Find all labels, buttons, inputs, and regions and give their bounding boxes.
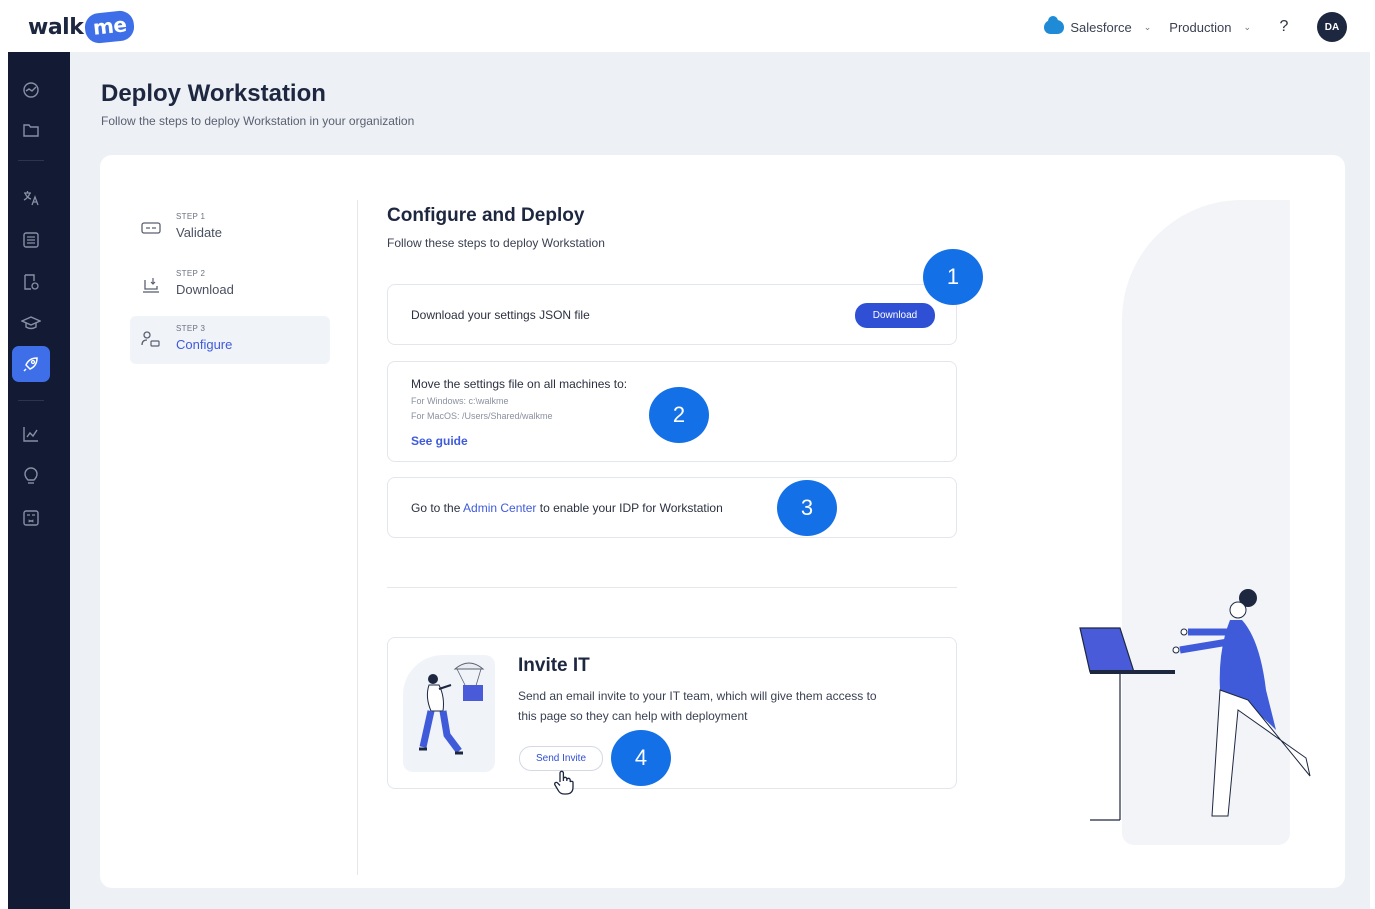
page-subtitle: Follow the steps to deploy Workstation i…	[101, 114, 415, 128]
step-validate[interactable]: STEP 1 Validate	[130, 204, 330, 252]
password-field-icon	[140, 217, 162, 239]
step-configure[interactable]: STEP 3 Configure	[130, 316, 330, 364]
environment-selector[interactable]: Production ⌄	[1169, 20, 1251, 35]
salesforce-icon	[1044, 16, 1065, 34]
download-button[interactable]: Download	[855, 303, 935, 328]
dashboard-icon[interactable]	[19, 78, 43, 102]
download-text: Download your settings JSON file	[411, 308, 590, 322]
chart-icon[interactable]	[19, 422, 43, 446]
admin-text: Go to the Admin Center to enable your ID…	[411, 501, 723, 515]
settings-doc-icon[interactable]	[19, 270, 43, 294]
walkme-logo[interactable]: walk me	[28, 9, 137, 45]
send-invite-button[interactable]: Send Invite	[519, 746, 603, 771]
step-label: Configure	[176, 337, 233, 352]
top-bar: walk me Salesforce ⌄ Production ⌄ ? DA	[0, 0, 1375, 52]
help-icon[interactable]: ?	[1269, 12, 1299, 42]
graduation-icon[interactable]	[19, 311, 43, 335]
section-divider	[387, 587, 957, 588]
translate-icon[interactable]	[19, 186, 43, 210]
step-badge-3: 3	[777, 480, 837, 536]
sidebar-divider	[18, 160, 44, 161]
admin-text-pre: Go to the	[411, 501, 464, 515]
step-label: Download	[176, 282, 234, 297]
list-icon[interactable]	[19, 228, 43, 252]
move-text: Move the settings file on all machines t…	[411, 377, 628, 391]
step-number: STEP 3	[176, 324, 206, 333]
avatar[interactable]: DA	[1317, 12, 1347, 42]
calculator-icon[interactable]	[19, 506, 43, 530]
windows-path: For Windows: c:\walkme	[411, 396, 509, 406]
invite-description: Send an email invite to your IT team, wh…	[518, 689, 877, 723]
rocket-icon[interactable]	[12, 346, 50, 382]
hand-cursor-icon	[553, 770, 575, 802]
logo-badge: me	[83, 9, 137, 45]
mac-path: For MacOS: /Users/Shared/walkme	[411, 411, 553, 421]
page-title: Deploy Workstation	[101, 80, 326, 107]
section-title: Configure and Deploy	[387, 205, 585, 226]
step-badge-2: 2	[649, 387, 709, 443]
environment-label: Production	[1169, 19, 1232, 35]
sidebar-divider	[18, 400, 44, 401]
chevron-down-icon: ⌄	[1243, 21, 1251, 32]
admin-center-link[interactable]: Admin Center	[463, 501, 536, 515]
parachute-illustration	[403, 655, 495, 772]
woman-laptop-illustration	[1079, 589, 1311, 821]
admin-center-box: Go to the Admin Center to enable your ID…	[387, 477, 957, 538]
lightbulb-icon[interactable]	[19, 464, 43, 488]
folder-icon[interactable]	[19, 118, 43, 142]
step-label: Validate	[176, 225, 223, 240]
step-number: STEP 1	[176, 212, 206, 221]
invite-title: Invite IT	[518, 655, 590, 676]
step-download[interactable]: STEP 2 Download	[130, 261, 330, 309]
step-badge-4: 4	[611, 730, 671, 786]
logo-text: walk	[28, 14, 84, 40]
user-device-icon	[140, 329, 162, 351]
platform-selector[interactable]: Salesforce ⌄	[1044, 16, 1152, 35]
platform-label: Salesforce	[1070, 19, 1132, 35]
see-guide-link[interactable]: See guide	[411, 434, 468, 448]
step-number: STEP 2	[176, 269, 206, 278]
download-device-icon	[140, 274, 162, 296]
step-badge-1: 1	[923, 249, 983, 305]
chevron-down-icon: ⌄	[1143, 21, 1152, 32]
admin-text-post: to enable your IDP for Workstation	[536, 501, 723, 515]
section-subtitle: Follow these steps to deploy Workstation	[387, 236, 605, 250]
steps-divider	[357, 200, 358, 875]
download-box: Download your settings JSON file Downloa…	[387, 284, 957, 345]
